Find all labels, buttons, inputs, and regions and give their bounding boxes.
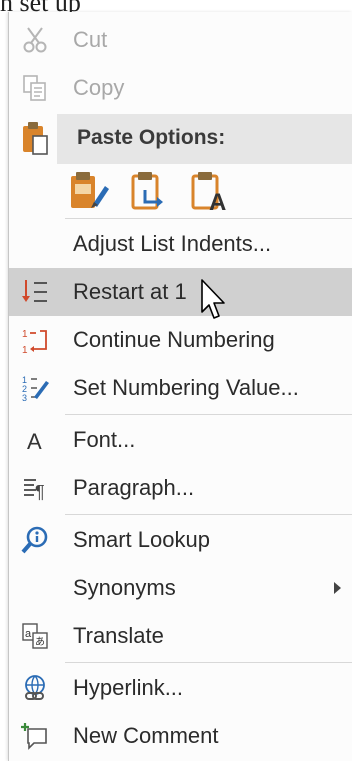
svg-text:A: A	[27, 429, 42, 454]
menu-item-label: Font...	[73, 427, 136, 452]
svg-text:A: A	[209, 189, 226, 214]
paste-options-header: Paste Options:	[57, 114, 352, 164]
menu-item-cut[interactable]: Cut	[9, 16, 352, 64]
separator	[65, 414, 352, 415]
paste-keep-source-formatting-button[interactable]	[67, 168, 113, 214]
paste-keep-text-only-button[interactable]: A	[187, 168, 233, 216]
svg-text:3: 3	[22, 393, 27, 403]
continue-numbering-icon: 11	[15, 320, 55, 360]
svg-text:1: 1	[22, 329, 28, 340]
menu-item-label: Adjust List Indents...	[73, 231, 272, 256]
menu-item-label: Paragraph...	[73, 475, 195, 500]
menu-item-label: Synonyms	[73, 575, 176, 600]
paste-merge-formatting-button[interactable]	[127, 168, 173, 214]
menu-item-synonyms[interactable]: Synonyms	[9, 564, 352, 612]
svg-text:あ: あ	[35, 636, 45, 648]
translate-icon: aあ	[15, 616, 55, 656]
menu-item-label: New Comment	[73, 723, 219, 748]
paragraph-icon: ¶	[15, 468, 55, 508]
menu-item-translate[interactable]: aあ Translate	[9, 612, 352, 660]
menu-item-label: Set Numbering Value...	[73, 375, 299, 400]
scissors-icon	[15, 20, 55, 60]
menu-item-label: Translate	[73, 623, 164, 648]
separator	[65, 662, 352, 663]
submenu-arrow-icon	[334, 582, 341, 594]
separator	[65, 218, 352, 219]
menu-item-new-comment[interactable]: New Comment	[9, 712, 352, 760]
menu-item-paragraph[interactable]: ¶ Paragraph...	[9, 464, 352, 512]
smart-lookup-icon	[15, 520, 55, 560]
svg-text:a: a	[25, 628, 32, 640]
menu-item-hyperlink[interactable]: Hyperlink...	[9, 664, 352, 712]
set-numbering-value-icon: 123	[15, 368, 55, 408]
menu-item-label: Hyperlink...	[73, 675, 184, 700]
paste-options-row: A	[67, 164, 247, 218]
new-comment-icon	[15, 716, 55, 756]
menu-item-label: Continue Numbering	[73, 327, 275, 352]
svg-text:¶: ¶	[35, 482, 45, 502]
hyperlink-icon	[15, 668, 55, 708]
clipboard-icon	[15, 116, 55, 160]
menu-item-restart-at-1[interactable]: Restart at 1	[9, 268, 352, 316]
menu-item-adjust-list-indents[interactable]: Adjust List Indents...	[9, 220, 352, 268]
menu-item-continue-numbering[interactable]: 11 Continue Numbering	[9, 316, 352, 364]
menu-item-label: Restart at 1	[73, 279, 187, 304]
menu-item-label: Smart Lookup	[73, 527, 210, 552]
menu-item-font[interactable]: A Font...	[9, 416, 352, 464]
menu-item-smart-lookup[interactable]: Smart Lookup	[9, 516, 352, 564]
menu-item-set-numbering-value[interactable]: 123 Set Numbering Value...	[9, 364, 352, 412]
restart-numbering-icon	[15, 272, 55, 312]
copy-icon	[15, 68, 55, 108]
menu-item-copy[interactable]: Copy	[9, 64, 352, 112]
separator	[65, 514, 352, 515]
menu-item-label: Cut	[73, 27, 108, 52]
paste-options-label: Paste Options:	[77, 126, 226, 149]
svg-text:1: 1	[22, 345, 28, 355]
context-menu: Cut Copy Paste Options: A Adjust List In…	[8, 12, 352, 761]
menu-item-label: Copy	[73, 75, 125, 100]
font-icon: A	[15, 420, 55, 460]
